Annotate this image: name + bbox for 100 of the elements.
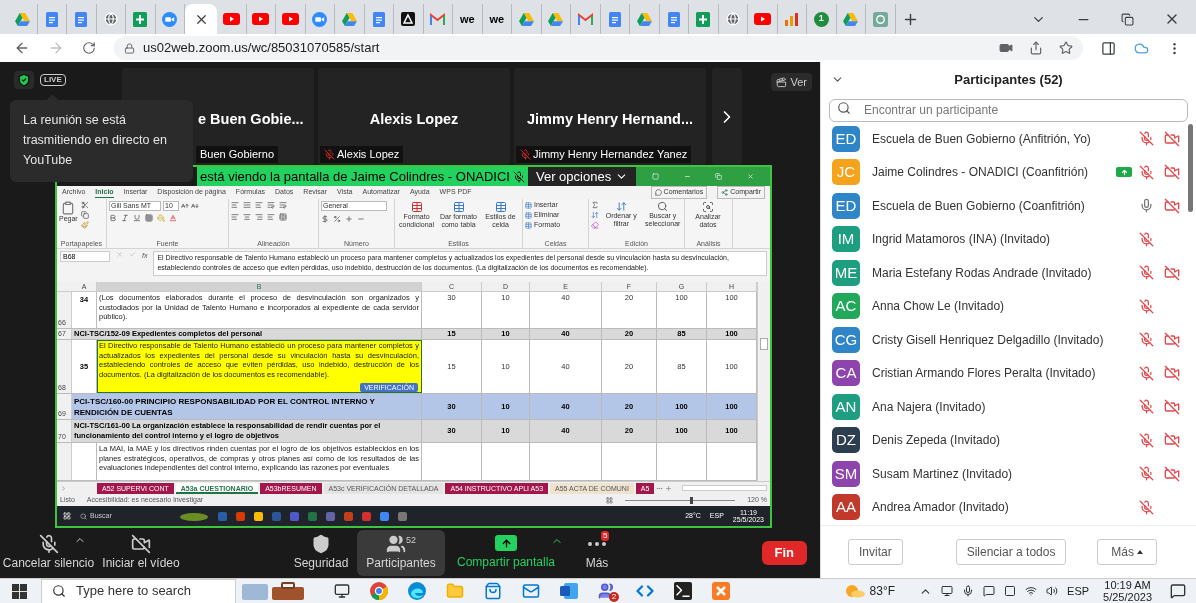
bookmark-star-icon[interactable]: [1059, 41, 1073, 55]
participant-row[interactable]: SM Susam Martinez (Invitado): [821, 457, 1188, 491]
align-bottom-icon[interactable]: [255, 201, 263, 209]
restore-icon[interactable]: [1121, 12, 1134, 26]
terminal-icon[interactable]: [674, 582, 692, 600]
back-icon[interactable]: [14, 40, 30, 56]
triangle-logo-icon: [518, 12, 534, 26]
participant-row[interactable]: CA Cristian Armando Flores Peralta (Invitado): [821, 356, 1188, 390]
participant-name: Susam Martinez (Invitado): [872, 465, 1013, 483]
participant-row[interactable]: CG Cristy Gisell Henriquez Delgadillo (Invitado): [821, 323, 1188, 357]
view-button[interactable]: Ver: [771, 73, 812, 91]
paintbrush-icon[interactable]: [80, 221, 89, 229]
language-indicator[interactable]: ESP: [1067, 582, 1090, 600]
camera-icon[interactable]: [999, 41, 1013, 55]
search-icon: [80, 512, 87, 520]
participant-row[interactable]: ED Escuela de Buen Gobierno (Coanfitrión): [821, 189, 1188, 223]
participant-name: Alexis Lopez: [369, 110, 459, 130]
monitor-icon[interactable]: [941, 585, 954, 597]
security-button[interactable]: Seguridad: [285, 534, 357, 572]
normal-view-icon[interactable]: [606, 496, 614, 504]
percent-icon[interactable]: [333, 215, 341, 223]
participant-row[interactable]: IM Ingrid Matamoros (INA) (Invitado): [821, 222, 1188, 256]
more-button[interactable]: Más: [1097, 539, 1157, 565]
participant-row[interactable]: ED Escuela de Buen Gobierno (Anfitrión, Yo): [821, 122, 1188, 156]
decrease-font-icon[interactable]: [191, 202, 199, 210]
code-icon[interactable]: [636, 582, 654, 600]
align-left-icon[interactable]: [231, 213, 239, 221]
align-center-icon[interactable]: [243, 213, 251, 221]
align-top-icon[interactable]: [231, 201, 239, 209]
people-icon[interactable]: [598, 582, 616, 600]
copy-icon[interactable]: [80, 211, 89, 219]
fill-color-icon[interactable]: [157, 214, 165, 222]
participant-row[interactable]: AC Anna Chow Le (Invitado): [821, 289, 1188, 323]
font-color-icon[interactable]: [169, 214, 177, 222]
battery-icon[interactable]: [1004, 585, 1017, 597]
mic-icon[interactable]: [962, 585, 975, 597]
windows-icon[interactable]: [63, 512, 71, 520]
unmute-button[interactable]: Cancelar silencio: [0, 534, 97, 572]
currency-icon[interactable]: [321, 215, 329, 223]
extension-icon[interactable]: [1134, 40, 1149, 56]
eraser-icon[interactable]: [591, 221, 599, 229]
windows-icon[interactable]: [12, 583, 27, 599]
fill-icon[interactable]: [591, 211, 599, 219]
volume-icon[interactable]: [1046, 585, 1059, 597]
weather-icon: [843, 584, 866, 598]
more-button[interactable]: 5 Más: [567, 534, 627, 572]
notifications-icon[interactable]: [1170, 583, 1186, 599]
participant-row[interactable]: AA Andrea Amador (Invitado): [821, 490, 1188, 524]
decrease-decimal-icon[interactable]: [357, 215, 365, 223]
participant-row[interactable]: DZ Denis Zepeda (Invitado): [821, 423, 1188, 457]
underline-icon[interactable]: [133, 214, 141, 222]
participant-name: Jaime Colindres - ONADICI (Coanfitrión): [872, 164, 1089, 182]
increase-decimal-icon[interactable]: [345, 215, 353, 223]
search-field[interactable]: Encontrar un participante: [829, 98, 1188, 122]
wrap-text-icon[interactable]: [279, 201, 287, 209]
wave-browser-icon[interactable]: [408, 582, 426, 600]
folder-icon[interactable]: [446, 582, 464, 600]
participant-name: e Buen Gobie...: [198, 110, 304, 130]
start-video-button[interactable]: Iniciar el vídeo: [97, 534, 185, 572]
add-sheet-icon[interactable]: [665, 484, 673, 492]
reload-icon[interactable]: [82, 41, 96, 55]
task-view-icon[interactable]: [334, 583, 350, 599]
merge-icon[interactable]: [279, 213, 287, 221]
bold-icon[interactable]: [109, 214, 117, 222]
scroll-tabs-icon[interactable]: [60, 484, 67, 492]
scrollbar-thumb[interactable]: [760, 338, 768, 350]
mute-all-button[interactable]: Silenciar a todos: [955, 539, 1067, 565]
round-browser-icon[interactable]: [370, 582, 388, 600]
share-icon[interactable]: [1029, 41, 1043, 55]
invite-button[interactable]: Invitar: [848, 539, 903, 565]
ribbon-display-icon[interactable]: [652, 173, 660, 180]
shopping-bag-icon[interactable]: [484, 582, 502, 600]
participant-row[interactable]: AN Ana Najera (Invitado): [821, 390, 1188, 424]
search-field[interactable]: Type here to search: [41, 578, 236, 603]
increase-font-icon[interactable]: [181, 202, 189, 210]
orientation-icon[interactable]: [267, 201, 275, 209]
chat-icon[interactable]: [983, 585, 996, 597]
sum-icon[interactable]: [591, 201, 599, 209]
scrollbar-thumb[interactable]: [1188, 124, 1193, 212]
favicon: 1: [813, 11, 829, 27]
share-screen-button[interactable]: Compartir pantalla: [445, 535, 567, 571]
table-cell: PCI-TSC/160-00 PRINCIPIO RESPONSABILIDAD POR EL CONTROL INTERNO Y RENDICIÓN DE CUENTAS: [72, 394, 422, 419]
participants-button[interactable]: 52 Participantes: [357, 530, 445, 576]
document-icon[interactable]: [560, 583, 578, 599]
view-options-button[interactable]: Ver opciones: [528, 167, 637, 186]
align-right-icon[interactable]: [255, 213, 263, 221]
participant-row[interactable]: ME Maria Estefany Rodas Andrade (Invitado): [821, 256, 1188, 290]
zoom-slider[interactable]: [625, 496, 736, 504]
end-button[interactable]: Fin: [761, 541, 807, 565]
scissors-icon[interactable]: [80, 201, 89, 209]
italic-icon[interactable]: [121, 214, 129, 222]
borders-icon[interactable]: [145, 214, 153, 222]
mail-icon[interactable]: [522, 582, 540, 600]
participant-row[interactable]: JC Jaime Colindres - ONADICI (Coanfitrión): [821, 155, 1188, 189]
address-bar[interactable]: us02web.zoom.us/wc/85031070585/start: [114, 36, 1083, 60]
indent-icon[interactable]: [267, 213, 275, 221]
align-middle-icon[interactable]: [243, 201, 251, 209]
forward-icon[interactable]: [48, 40, 64, 56]
wifi-icon[interactable]: [1025, 585, 1038, 597]
side-panel-icon[interactable]: [1101, 40, 1116, 56]
